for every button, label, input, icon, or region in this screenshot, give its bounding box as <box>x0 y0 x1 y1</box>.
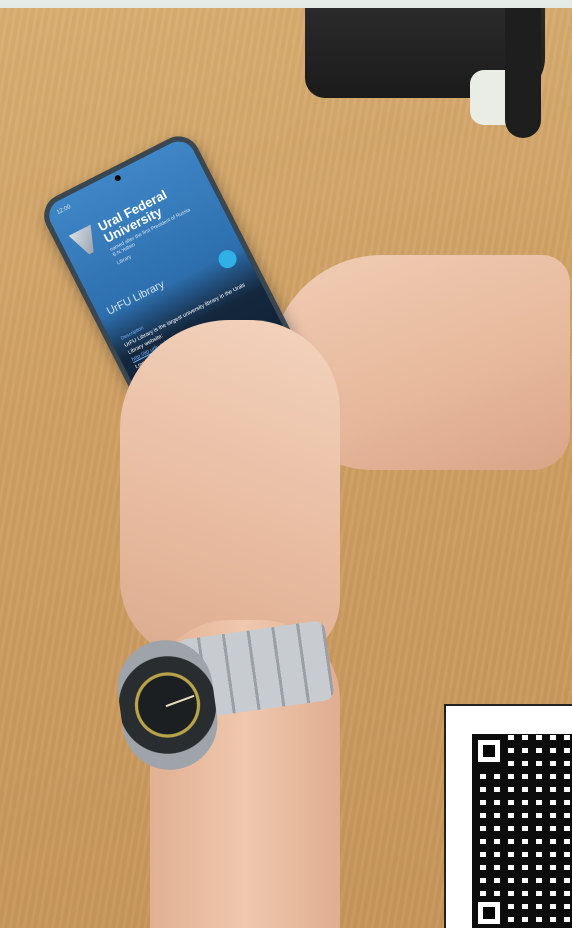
qr-finder-top <box>478 740 500 762</box>
left-hand <box>120 320 340 660</box>
photo-scene: 12:00 Ural Federal University named afte… <box>0 0 572 928</box>
university-logo <box>69 225 103 259</box>
chair-leg <box>505 8 541 138</box>
qr-code-icon <box>444 704 572 928</box>
qr-pattern <box>472 734 572 928</box>
qr-finder-bottom <box>478 902 500 924</box>
